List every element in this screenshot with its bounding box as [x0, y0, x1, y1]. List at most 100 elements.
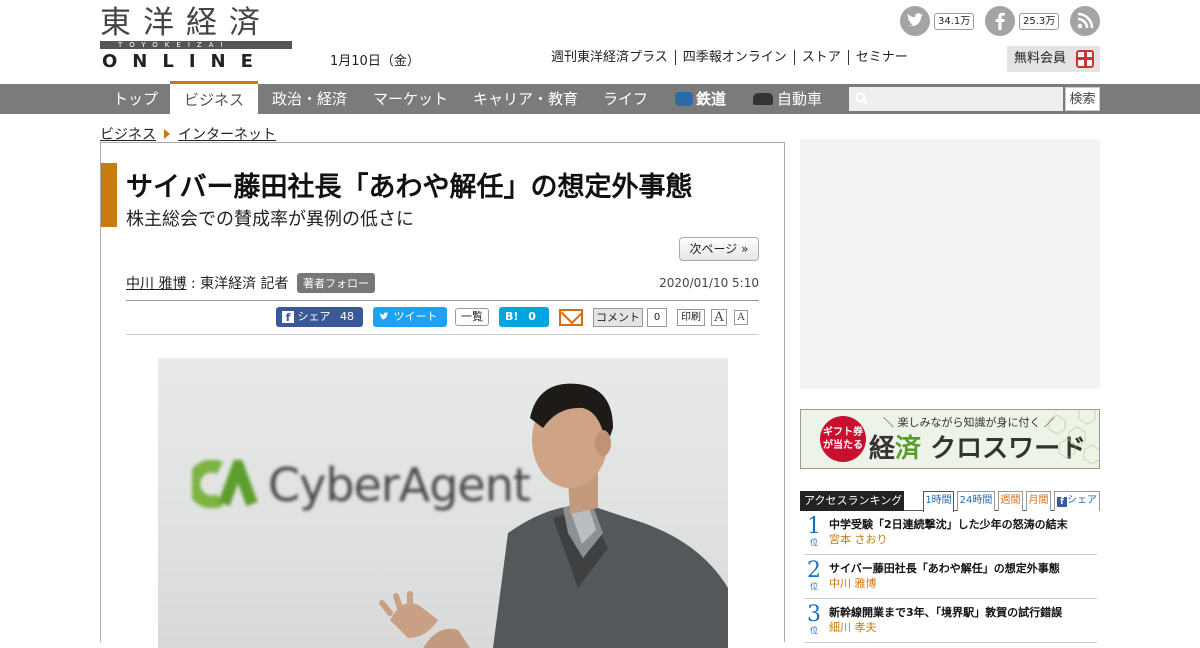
- author-role: : 東洋経済 記者: [190, 276, 289, 292]
- free-member-label: 無料会員: [1014, 51, 1067, 66]
- rank-headline: 新幹線開業まで3年、「境界駅」敦賀の試行錯誤: [829, 606, 1063, 619]
- search-input[interactable]: [849, 87, 1063, 111]
- nav-politics-economy[interactable]: 政治・経済: [272, 84, 347, 114]
- facebook-small-icon: f: [282, 311, 294, 324]
- search-icon: [855, 92, 869, 106]
- gift-badge: ギフト券が当たる: [820, 416, 866, 462]
- breadcrumb-arrow-icon: [164, 129, 170, 139]
- nav-railway-label: 鉄道: [696, 90, 727, 108]
- next-page-button[interactable]: 次ページ »: [679, 237, 759, 261]
- nav-automobile-label: 自動車: [777, 90, 823, 108]
- article-title: サイバー藤田社長「あわや解任」の想定外事態: [126, 172, 693, 203]
- tab-24hours[interactable]: 24時間: [957, 491, 995, 511]
- person-figure: [379, 383, 728, 648]
- font-large-button[interactable]: A: [711, 309, 727, 326]
- access-ranking: アクセスランキング 1時間 24時間 週間 月間 f シェア 1位 中学受験「2日…: [800, 491, 1100, 643]
- breadcrumb-internet[interactable]: インターネット: [178, 124, 276, 144]
- car-icon: [753, 93, 773, 105]
- twitter-count: 34.1万: [934, 12, 975, 30]
- link-shikiho[interactable]: 四季報オンライン: [674, 50, 794, 65]
- rank-number: 3位: [805, 603, 823, 635]
- banner-title-b: 済: [895, 434, 922, 464]
- nav-business[interactable]: ビジネス: [170, 81, 258, 114]
- logo-online: ONLINE: [102, 51, 268, 72]
- logo-kanji: 東洋経済: [100, 5, 272, 41]
- tweet-list-button[interactable]: 一覧: [455, 308, 489, 326]
- nav-market[interactable]: マーケット: [373, 84, 448, 114]
- tab-share[interactable]: f シェア: [1054, 491, 1100, 511]
- facebook-follow[interactable]: 25.3万: [985, 6, 1060, 36]
- rank-suffix: 位: [810, 626, 818, 635]
- gift-icon: [1076, 50, 1094, 68]
- current-date: 1月10日（金）: [330, 54, 420, 69]
- tab-share-label: シェア: [1067, 495, 1097, 506]
- share-bar: f シェア 48 ツイート 一覧 B! 0 コメント 0 印刷 A A: [126, 303, 759, 335]
- rank-headline: 中学受験「2日連続撃沈」した少年の怒涛の結末: [829, 518, 1068, 531]
- facebook-icon: [985, 6, 1015, 36]
- ranking-item[interactable]: 2位 サイバー藤田社長「あわや解任」の想定外事態 中川 雅博: [804, 555, 1097, 599]
- facebook-count: 25.3万: [1019, 12, 1060, 30]
- rank-author: 中川 雅博: [829, 577, 877, 590]
- nav-automobile[interactable]: 自動車: [753, 84, 822, 114]
- nav-top[interactable]: トップ: [113, 84, 158, 114]
- link-seminar[interactable]: セミナー: [847, 50, 915, 65]
- ranking-item[interactable]: 1位 中学受験「2日連続撃沈」した少年の怒涛の結末 宮本 さおり: [804, 511, 1097, 555]
- ranking-tabs: アクセスランキング 1時間 24時間 週間 月間 f シェア: [800, 491, 1100, 512]
- rank-suffix: 位: [810, 538, 818, 547]
- publish-date: 2020/01/10 5:10: [659, 276, 759, 290]
- rss-link[interactable]: [1070, 6, 1100, 36]
- rank-number: 2位: [805, 559, 823, 591]
- author-follow-button[interactable]: 著者フォロー: [296, 273, 375, 293]
- nav-career-education[interactable]: キャリア・教育: [473, 84, 578, 114]
- rank-headline: サイバー藤田社長「あわや解任」の想定外事態: [829, 562, 1060, 575]
- comment-count: 0: [647, 308, 667, 327]
- main-nav: トップ ビジネス 政治・経済 マーケット キャリア・教育 ライフ 鉄道 自動車 …: [0, 81, 1200, 114]
- hatena-label: B!: [505, 310, 519, 323]
- ranking-item[interactable]: 3位 新幹線開業まで3年、「境界駅」敦賀の試行錯誤 細川 孝夫: [804, 599, 1097, 643]
- tab-1hour[interactable]: 1時間: [923, 491, 954, 512]
- hatena-bookmark-button[interactable]: B! 0: [499, 307, 549, 327]
- tweet-button[interactable]: ツイート: [373, 307, 447, 327]
- tweet-label: ツイート: [393, 310, 438, 323]
- rss-icon: [1070, 6, 1100, 36]
- top-links: 週刊東洋経済プラス 四季報オンライン ストア セミナー: [551, 50, 915, 65]
- twitter-follow[interactable]: 34.1万: [900, 6, 975, 36]
- rank-number: 1位: [805, 515, 823, 547]
- author-row: 中川 雅博 : 東洋経済 記者 著者フォロー 2020/01/10 5:10: [126, 273, 759, 301]
- nav-life[interactable]: ライフ: [603, 84, 648, 114]
- free-member-button[interactable]: 無料会員: [1007, 46, 1100, 72]
- site-header: 東洋経済 TOYOKEIZAI ONLINE 1月10日（金） 週刊東洋経済プラ…: [0, 0, 1200, 84]
- breadcrumb-business[interactable]: ビジネス: [100, 124, 156, 144]
- article-subtitle: 株主総会での賛成率が異例の低さに: [126, 209, 414, 230]
- tab-monthly[interactable]: 月間: [1026, 491, 1051, 511]
- logo-band: TOYOKEIZAI: [100, 41, 292, 49]
- facebook-share-count: 48: [340, 310, 354, 323]
- author-name[interactable]: 中川 雅博: [126, 276, 186, 292]
- title-accent-bar: [101, 163, 117, 227]
- ad-placeholder[interactable]: [800, 139, 1100, 389]
- crossword-banner[interactable]: ギフト券が当たる ＼ 楽しみながら知識が身に付く ／ 経済 クロスワード: [800, 409, 1100, 469]
- link-weekly-plus[interactable]: 週刊東洋経済プラス: [551, 50, 675, 65]
- search-button[interactable]: 検索: [1065, 87, 1100, 111]
- hex-pattern-icon: [1048, 410, 1099, 465]
- logo-band-text: TOYOKEIZAI: [118, 41, 230, 49]
- link-store[interactable]: ストア: [793, 50, 848, 65]
- comment-button[interactable]: コメント: [593, 308, 643, 327]
- rank-number-value: 1: [807, 514, 821, 539]
- article: サイバー藤田社長「あわや解任」の想定外事態 株主総会での賛成率が異例の低さに 次…: [100, 142, 785, 648]
- tab-weekly[interactable]: 週間: [998, 491, 1023, 511]
- facebook-tab-icon: f: [1057, 497, 1067, 507]
- rank-author: 細川 孝夫: [829, 621, 877, 634]
- nav-railway[interactable]: 鉄道: [675, 84, 726, 114]
- facebook-share-button[interactable]: f シェア 48: [276, 307, 363, 327]
- font-small-button[interactable]: A: [734, 310, 748, 325]
- ranking-title: アクセスランキング: [800, 491, 904, 511]
- site-logo[interactable]: 東洋経済 TOYOKEIZAI ONLINE: [100, 5, 292, 72]
- rank-suffix: 位: [810, 582, 818, 591]
- facebook-share-label: シェア: [297, 310, 331, 323]
- banner-title-a: 経: [869, 434, 896, 464]
- mail-icon[interactable]: [559, 309, 583, 326]
- twitter-small-icon: [379, 312, 389, 320]
- print-button[interactable]: 印刷: [677, 309, 705, 326]
- train-icon: [675, 92, 693, 106]
